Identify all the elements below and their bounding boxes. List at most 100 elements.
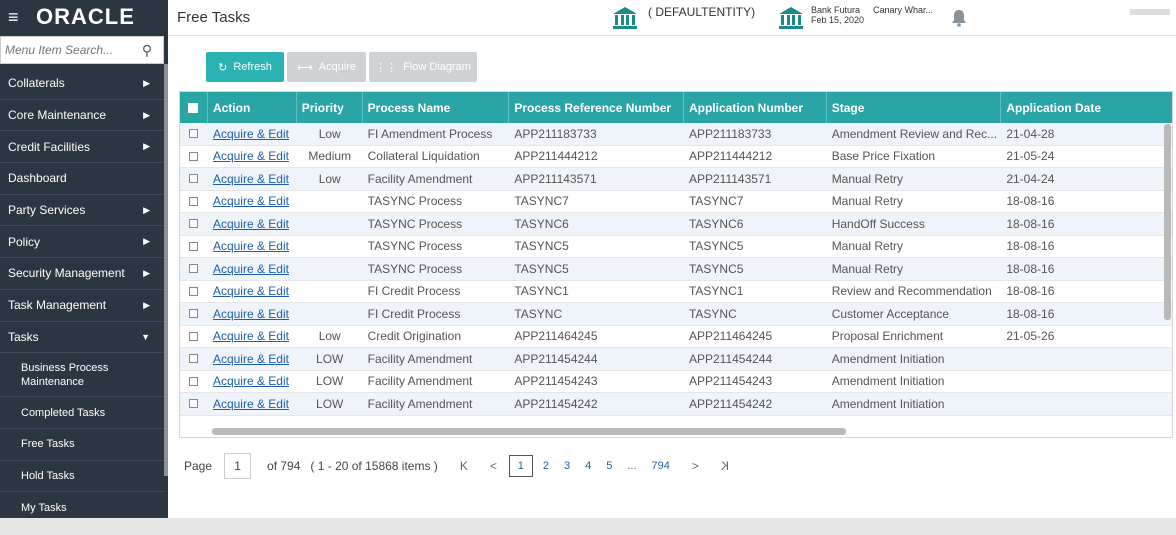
bank-building-icon[interactable]	[612, 6, 638, 30]
sidebar-item-task-management[interactable]: Task Management ▶	[0, 290, 164, 322]
cell-priority	[297, 281, 363, 303]
cell-date: 21-04-24	[1006, 171, 1055, 186]
sidebar-subitem-hold-tasks[interactable]: Hold Tasks	[0, 461, 164, 493]
sidebar-item-credit-facilities[interactable]: Credit Facilities ▶	[0, 131, 164, 164]
sidebar-item-core-maintenance[interactable]: Core Maintenance ▶	[0, 100, 164, 132]
acquire-edit-link[interactable]: Acquire & Edit	[213, 127, 289, 141]
page-link-5[interactable]: 5	[606, 460, 612, 472]
first-page-icon[interactable]: K	[460, 459, 468, 473]
flow-diagram-button[interactable]: ⋮⋮ Flow Diagram	[369, 52, 477, 82]
row-checkbox[interactable]	[189, 174, 199, 184]
row-checkbox-cell	[180, 123, 208, 145]
page-link-1[interactable]: 1	[508, 455, 533, 477]
sidebar-item-tasks[interactable]: Tasks ▼	[0, 322, 164, 354]
table-row[interactable]: Acquire & Edit FI Credit Process TASYNC1 TA…	[180, 281, 1172, 303]
table-row[interactable]: Acquire & Edit LOW Facility Amendment APP21…	[180, 348, 1172, 371]
acquire-edit-link[interactable]: Acquire & Edit	[213, 329, 289, 343]
acquire-edit-link[interactable]: Acquire & Edit	[213, 374, 289, 388]
table-row[interactable]: Acquire & Edit Medium Collateral Liquidati…	[180, 146, 1172, 168]
menu-search-input[interactable]	[1, 43, 137, 57]
sidebar-item-policy[interactable]: Policy ▶	[0, 226, 164, 259]
previous-page-icon[interactable]: <	[490, 459, 497, 473]
page-total: of 794	[267, 459, 301, 473]
row-checkbox[interactable]	[189, 129, 199, 139]
row-checkbox[interactable]	[189, 219, 199, 229]
cell-process: FI Credit Process	[367, 284, 461, 299]
column-header-priority[interactable]: Priority	[297, 92, 363, 123]
row-checkbox[interactable]	[189, 399, 199, 409]
page-link-4[interactable]: 4	[585, 460, 591, 472]
table-row[interactable]: Acquire & Edit TASYNC Process TASYNC7 TASYN…	[180, 191, 1172, 213]
cell-stage: Customer Acceptance	[831, 306, 950, 321]
column-header-application-number[interactable]: Application Number	[684, 92, 827, 123]
table-row[interactable]: Acquire & Edit Low Facility Amendment APP21…	[180, 168, 1172, 191]
cell-ref: APP211454243	[514, 374, 598, 389]
table-row[interactable]: Acquire & Edit FI Credit Process TASYNC TAS…	[180, 303, 1172, 326]
cell-date: 18-08-16	[1006, 261, 1055, 276]
cell-action: Acquire & Edit	[208, 236, 297, 258]
user-avatar-placeholder[interactable]	[1130, 9, 1170, 15]
page-link-3[interactable]: 3	[564, 460, 570, 472]
sidebar-subitem-completed-tasks[interactable]: Completed Tasks	[0, 397, 164, 429]
row-checkbox[interactable]	[189, 241, 199, 251]
row-checkbox[interactable]	[189, 196, 199, 206]
sidebar-subitem-free-tasks[interactable]: Free Tasks	[0, 429, 164, 461]
row-checkbox[interactable]	[189, 151, 199, 161]
next-page-icon[interactable]: >	[692, 459, 699, 473]
table-row[interactable]: Acquire & Edit Low Credit Origination APP21…	[180, 326, 1172, 348]
table-vertical-scrollbar[interactable]	[1164, 124, 1171, 320]
acquire-edit-link[interactable]: Acquire & Edit	[213, 239, 289, 253]
table-row[interactable]: Acquire & Edit TASYNC Process TASYNC5 TASYN…	[180, 258, 1172, 281]
column-header-process-name[interactable]: Process Name	[363, 92, 510, 123]
page-link-last[interactable]: 794	[652, 460, 670, 472]
acquire-edit-link[interactable]: Acquire & Edit	[213, 262, 289, 276]
sidebar-subitem-business-process-maintenance[interactable]: Business Process Maintenance	[0, 353, 164, 398]
acquire-edit-link[interactable]: Acquire & Edit	[213, 194, 289, 208]
entity-label[interactable]: ( DEFAULTENTITY)	[648, 5, 755, 19]
branch-building-icon[interactable]	[778, 6, 804, 30]
sidebar-item-party-services[interactable]: Party Services ▶	[0, 195, 164, 227]
acquire-edit-link[interactable]: Acquire & Edit	[213, 352, 289, 366]
row-checkbox[interactable]	[189, 309, 199, 319]
page-link-2[interactable]: 2	[543, 460, 549, 472]
acquire-button[interactable]: ⟷ Acquire	[287, 52, 366, 82]
last-page-icon[interactable]: K	[721, 459, 729, 473]
sidebar-item-dashboard[interactable]: Dashboard	[0, 163, 164, 195]
sidebar-item-collaterals[interactable]: Collaterals ▶	[0, 68, 164, 100]
table-row[interactable]: Acquire & Edit TASYNC Process TASYNC6 TASYN…	[180, 213, 1172, 236]
acquire-edit-link[interactable]: Acquire & Edit	[213, 307, 289, 321]
table-horizontal-scrollbar[interactable]	[212, 428, 846, 435]
cell-ref: TASYNC6	[514, 216, 569, 231]
search-icon[interactable]: ⚲	[137, 42, 157, 59]
row-checkbox[interactable]	[189, 331, 199, 341]
hamburger-menu-icon[interactable]: ≡	[8, 7, 30, 28]
table-row[interactable]: Acquire & Edit LOW Facility Amendment APP21…	[180, 371, 1172, 393]
acquire-edit-link[interactable]: Acquire & Edit	[213, 217, 289, 231]
table-row[interactable]: Acquire & Edit Low FI Amendment Process APP…	[180, 123, 1172, 146]
cell-process: FI Credit Process	[367, 306, 461, 321]
row-checkbox[interactable]	[189, 354, 199, 364]
acquire-edit-link[interactable]: Acquire & Edit	[213, 284, 289, 298]
sidebar-item-security-management[interactable]: Security Management ▶	[0, 258, 164, 290]
row-checkbox[interactable]	[189, 286, 199, 296]
column-header-application-date[interactable]: Application Date	[1001, 92, 1172, 123]
table-row[interactable]: Acquire & Edit TASYNC Process TASYNC5 TASYN…	[180, 236, 1172, 258]
cell-process: Credit Origination	[367, 329, 461, 344]
acquire-edit-link[interactable]: Acquire & Edit	[213, 149, 289, 163]
row-checkbox[interactable]	[189, 264, 199, 274]
chevron-right-icon: ▶	[143, 77, 150, 88]
cell-stage: Base Price Fixation	[831, 149, 936, 164]
column-header-stage[interactable]: Stage	[827, 92, 1002, 123]
acquire-edit-link[interactable]: Acquire & Edit	[213, 172, 289, 186]
acquire-edit-link[interactable]: Acquire & Edit	[213, 397, 289, 411]
column-header-action[interactable]: Action	[208, 92, 297, 123]
bell-icon[interactable]	[950, 9, 968, 27]
row-checkbox[interactable]	[189, 376, 199, 386]
refresh-button[interactable]: ↻ Refresh	[206, 52, 284, 82]
table-row[interactable]: Acquire & Edit LOW Facility Amendment APP21…	[180, 393, 1172, 416]
select-all-checkbox[interactable]	[188, 102, 199, 113]
sidebar-scrollbar[interactable]	[164, 64, 168, 476]
column-header-process-reference-number[interactable]: Process Reference Number	[509, 92, 684, 123]
page-number-input[interactable]	[224, 453, 252, 479]
cell-app: TASYNC6	[688, 216, 744, 231]
